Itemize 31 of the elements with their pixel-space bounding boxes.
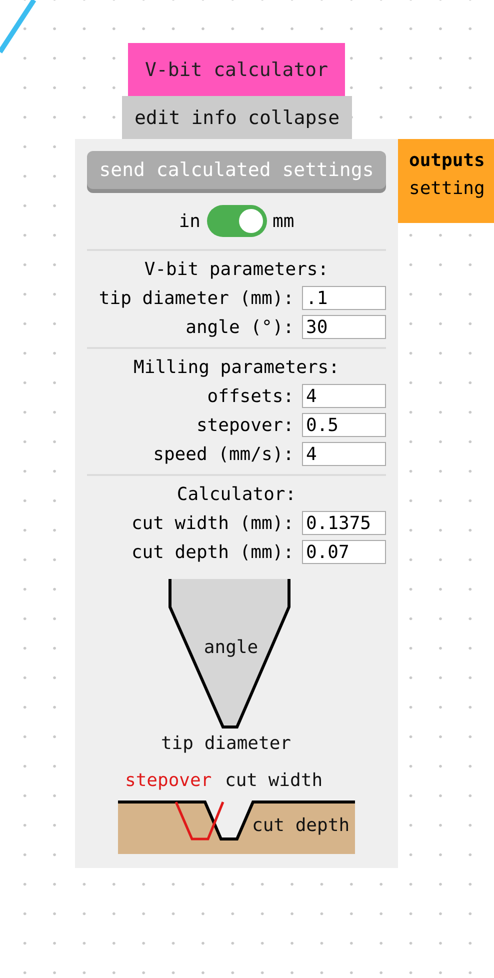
- field-label: angle (°):: [186, 316, 294, 338]
- output-item[interactable]: setting: [409, 175, 494, 203]
- toggle-switch[interactable]: [206, 205, 266, 237]
- input-field[interactable]: .1: [302, 286, 386, 310]
- section-heading: V-bit parameters:: [144, 259, 329, 281]
- node-title: V-bit calculator: [128, 43, 345, 96]
- field-label: offsets:: [207, 386, 294, 406]
- field-label: cut width (mm):: [131, 512, 294, 534]
- unit-label: in: [178, 210, 200, 232]
- section-heading: Calculator:: [176, 484, 296, 506]
- toolbar-link[interactable]: edit: [134, 106, 180, 128]
- input-field[interactable]: 30: [302, 315, 386, 339]
- unit-label: mm: [272, 210, 294, 232]
- input-field[interactable]: 0.1375: [302, 511, 386, 535]
- angle-label: angle: [204, 637, 258, 658]
- toolbar-link[interactable]: info: [191, 106, 237, 128]
- field-label: speed (mm/s):: [153, 444, 294, 464]
- field-label: stepover:: [196, 414, 294, 436]
- section-heading: Milling parameters:: [134, 357, 340, 379]
- input-field[interactable]: 4: [302, 384, 386, 408]
- field-label: cut depth (mm):: [131, 542, 294, 562]
- cut-width-label: cut width: [225, 770, 323, 791]
- stepover-label: stepover: [125, 770, 212, 791]
- cut-depth-label: cut depth: [252, 815, 350, 836]
- input-field[interactable]: 4: [302, 442, 386, 466]
- outputs-heading: outputs: [409, 149, 486, 173]
- toolbar-link[interactable]: collapse: [248, 106, 340, 128]
- input-field[interactable]: 0.07: [302, 540, 386, 564]
- tip-diameter-label: tip diameter: [160, 733, 292, 754]
- field-label: tip diameter (mm):: [98, 288, 294, 308]
- input-field[interactable]: 0.5: [302, 413, 386, 437]
